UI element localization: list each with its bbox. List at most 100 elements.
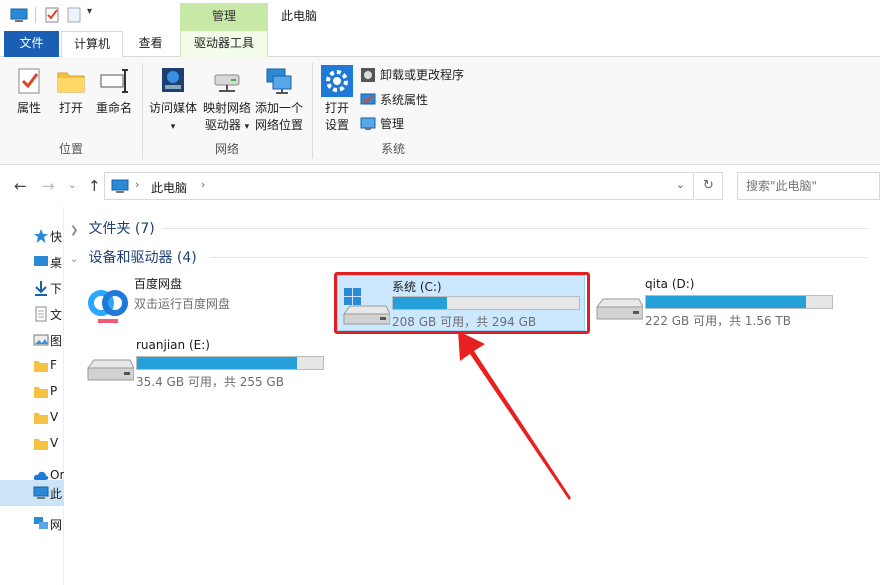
breadcrumb-this-pc[interactable]: 此电脑 xyxy=(151,179,187,196)
customize-quick-access-dropdown-icon[interactable]: ▾ xyxy=(87,6,92,24)
nav-item-folder-v1[interactable]: V xyxy=(0,405,64,431)
document-icon xyxy=(35,306,47,322)
drive-subtitle: 双击运行百度网盘 xyxy=(134,297,231,311)
refresh-button[interactable]: ↻ xyxy=(695,172,723,200)
breadcrumb-chevron-icon[interactable]: › xyxy=(201,178,205,191)
tab-computer[interactable]: 计算机 xyxy=(61,31,123,58)
new-folder-quick-icon[interactable] xyxy=(67,6,81,24)
up-arrow-icon[interactable]: ↑ xyxy=(88,177,101,195)
uninstall-programs-button[interactable]: 卸载或更改程序 xyxy=(360,65,464,85)
drive-usage-bar xyxy=(136,356,324,370)
group-name-network: 网络 xyxy=(214,142,239,156)
rename-button[interactable]: 重命名 xyxy=(92,61,136,117)
network-icon xyxy=(34,517,48,529)
tab-drive-tools[interactable]: 驱动器工具 xyxy=(180,31,268,57)
forward-arrow-icon[interactable]: → xyxy=(42,177,55,195)
access-media-button[interactable]: 访问媒体 ▾ xyxy=(145,61,201,136)
folder-icon xyxy=(34,387,48,398)
section-divider xyxy=(210,257,868,258)
computer-icon[interactable] xyxy=(10,6,28,24)
section-header-devices[interactable]: ⌄ 设备和驱动器 (4) xyxy=(70,247,870,267)
nav-item-downloads[interactable]: 下 xyxy=(0,275,64,301)
rename-icon xyxy=(100,69,128,93)
access-media-dropdown-icon: ▾ xyxy=(170,122,176,132)
ribbon-group-location: 属性 打开 重命名 位置 xyxy=(0,57,142,163)
drive-usage-fill xyxy=(646,296,806,308)
open-label: 打开 xyxy=(58,101,83,115)
folder-icon xyxy=(34,361,48,372)
recent-locations-chevron-icon[interactable]: ⌄ xyxy=(68,180,76,191)
nav-label: 网 xyxy=(50,518,63,532)
properties-label: 属性 xyxy=(16,101,41,115)
open-settings-button[interactable]: 打开 设置 xyxy=(315,61,359,134)
hard-drive-icon xyxy=(87,359,134,381)
search-input[interactable] xyxy=(738,173,878,199)
breadcrumb-chevron-icon: › xyxy=(135,178,140,191)
open-settings-label-1: 打开 xyxy=(324,101,349,115)
system-properties-button[interactable]: 系统属性 xyxy=(360,90,428,110)
system-properties-icon xyxy=(360,93,376,105)
map-network-drive-button[interactable]: 映射网络 驱动器 ▾ xyxy=(199,61,255,136)
nav-item-network[interactable]: 网 xyxy=(0,511,64,537)
computer-icon xyxy=(33,486,49,499)
manage-context-tab[interactable]: 管理 xyxy=(180,3,268,31)
drive-name: qita (D:) xyxy=(645,277,695,291)
nav-label: F xyxy=(50,358,57,372)
add-network-location-button[interactable]: 添加一个 网络位置 xyxy=(251,61,307,134)
picture-icon xyxy=(33,334,49,346)
nav-item-quick-access[interactable]: 快 xyxy=(0,223,64,249)
hard-drive-icon xyxy=(596,298,643,320)
open-button[interactable]: 打开 xyxy=(52,61,90,117)
tab-view[interactable]: 查看 xyxy=(128,31,173,57)
nav-item-folder-v2[interactable]: V xyxy=(0,431,64,457)
drive-subtitle: 35.4 GB 可用，共 255 GB xyxy=(136,375,284,389)
drive-tile-d[interactable]: qita (D:) 222 GB 可用，共 1.56 TB xyxy=(591,275,841,333)
star-icon xyxy=(34,229,48,243)
section-title-devices: 设备和驱动器 (4) xyxy=(88,250,197,266)
search-box[interactable] xyxy=(737,172,880,200)
collapse-chevron-icon: ⌄ xyxy=(70,254,79,265)
rename-label: 重命名 xyxy=(95,101,132,115)
open-settings-label-2: 设置 xyxy=(324,118,349,132)
nav-item-documents[interactable]: 文 xyxy=(0,301,64,327)
manage-icon xyxy=(360,117,376,130)
properties-quick-icon[interactable] xyxy=(44,6,60,24)
map-drive-label-1: 映射网络 xyxy=(202,101,251,115)
drive-tile-e[interactable]: ruanjian (E:) 35.4 GB 可用，共 255 GB xyxy=(82,336,332,394)
nav-item-folder-p[interactable]: P xyxy=(0,379,64,405)
download-arrow-icon xyxy=(35,281,47,296)
section-header-folders[interactable]: ❯ 文件夹 (7) xyxy=(70,218,870,238)
network-drive-icon xyxy=(214,74,240,92)
section-title-folders: 文件夹 (7) xyxy=(88,221,155,237)
baidu-netdisk-icon xyxy=(86,281,130,325)
nav-label: V xyxy=(50,410,59,424)
address-dropdown-chevron-icon[interactable]: ⌄ xyxy=(676,178,685,191)
expand-chevron-icon: ❯ xyxy=(70,225,79,236)
nav-label: P xyxy=(50,384,58,398)
properties-button[interactable]: 属性 xyxy=(10,61,48,117)
address-bar[interactable]: › 此电脑 › ⌄ xyxy=(104,172,694,200)
uninstall-icon xyxy=(361,68,375,82)
drive-usage-fill xyxy=(137,357,297,369)
this-pc-icon xyxy=(111,179,129,193)
group-name-location: 位置 xyxy=(58,142,83,156)
group-name-system: 系统 xyxy=(380,142,405,156)
nav-item-pictures[interactable]: 图 xyxy=(0,327,64,353)
drive-tile-baidu[interactable]: 百度网盘 双击运行百度网盘 xyxy=(80,273,330,331)
window-title: 此电脑 xyxy=(281,9,318,23)
back-arrow-icon[interactable]: ← xyxy=(14,177,27,195)
navigation-pane: 快 桌 下 文 图 F P V V Or 此 网 xyxy=(0,207,64,585)
manage-button[interactable]: 管理 xyxy=(360,114,404,134)
nav-item-desktop[interactable]: 桌 xyxy=(0,249,64,275)
nav-label: 快 xyxy=(50,230,63,244)
section-divider xyxy=(162,228,868,229)
quick-access-separator xyxy=(35,7,36,23)
tab-file[interactable]: 文件 xyxy=(4,31,59,57)
add-location-label-1: 添加一个 xyxy=(254,101,303,115)
refresh-icon: ↻ xyxy=(703,178,714,193)
annotation-highlight-box xyxy=(334,272,590,334)
folder-icon xyxy=(34,413,48,424)
nav-item-folder-f[interactable]: F xyxy=(0,353,64,379)
nav-item-this-pc[interactable]: 此 xyxy=(0,480,64,506)
nav-label: V xyxy=(50,436,59,450)
